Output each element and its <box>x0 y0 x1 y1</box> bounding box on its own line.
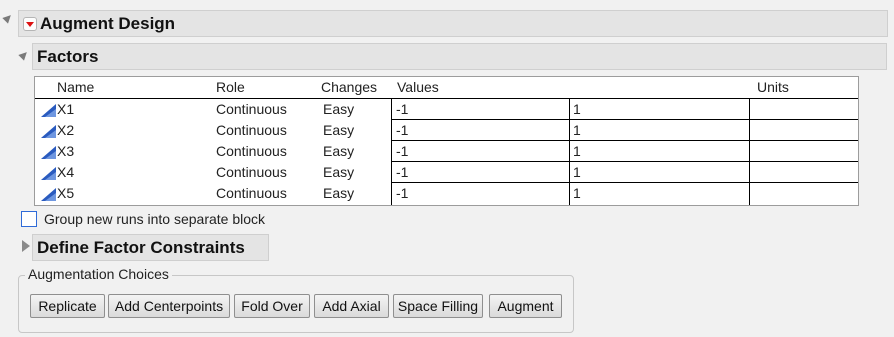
continuous-factor-icon <box>41 188 56 201</box>
augment-design-header: Augment Design <box>18 10 888 37</box>
table-row[interactable]: X1 Continuous Easy -1 1 <box>35 99 858 120</box>
factor-high-value[interactable]: 1 <box>573 101 581 117</box>
factor-low-value[interactable]: -1 <box>396 164 408 180</box>
red-triangle-menu-icon[interactable] <box>23 17 37 31</box>
factor-low-value[interactable]: -1 <box>396 101 408 117</box>
augment-design-disclosure-icon[interactable] <box>2 12 14 24</box>
factor-name[interactable]: X4 <box>57 164 74 180</box>
factor-high-value[interactable]: 1 <box>573 143 581 159</box>
column-header-role: Role <box>216 79 245 95</box>
table-row[interactable]: X3 Continuous Easy -1 1 <box>35 141 858 162</box>
add-axial-button[interactable]: Add Axial <box>314 294 389 318</box>
factor-changes[interactable]: Easy <box>323 164 354 180</box>
factors-title: Factors <box>37 47 99 66</box>
table-row[interactable]: X4 Continuous Easy -1 1 <box>35 162 858 183</box>
fold-over-button[interactable]: Fold Over <box>234 294 310 318</box>
factor-high-value[interactable]: 1 <box>573 164 581 180</box>
augment-button[interactable]: Augment <box>489 294 562 318</box>
factor-name[interactable]: X3 <box>57 143 74 159</box>
column-header-name: Name <box>57 79 95 95</box>
space-filling-button[interactable]: Space Filling <box>393 294 483 318</box>
column-header-values: Values <box>397 79 439 95</box>
factor-role: Continuous <box>216 122 287 138</box>
group-runs-label: Group new runs into separate block <box>44 211 266 227</box>
table-row[interactable]: X5 Continuous Easy -1 1 <box>35 183 858 204</box>
continuous-factor-icon <box>41 104 56 117</box>
augment-design-title: Augment Design <box>40 14 176 33</box>
continuous-factor-icon <box>41 125 56 138</box>
factor-name[interactable]: X5 <box>57 185 74 201</box>
augmentation-choices-label: Augmentation Choices <box>25 266 172 282</box>
factor-role: Continuous <box>216 101 287 117</box>
factor-high-value[interactable]: 1 <box>573 185 581 201</box>
factor-low-value[interactable]: -1 <box>396 143 408 159</box>
column-header-changes: Changes <box>321 79 378 95</box>
factor-low-value[interactable]: -1 <box>396 122 408 138</box>
factor-changes[interactable]: Easy <box>323 122 354 138</box>
factor-role: Continuous <box>216 143 287 159</box>
constraints-header[interactable]: Define Factor Constraints <box>32 234 269 261</box>
replicate-button[interactable]: Replicate <box>30 294 105 318</box>
group-runs-checkbox[interactable] <box>21 211 37 227</box>
column-header-units: Units <box>757 79 789 95</box>
factor-changes[interactable]: Easy <box>323 143 354 159</box>
constraints-disclosure-icon[interactable] <box>22 240 30 252</box>
factor-role: Continuous <box>216 185 287 201</box>
factor-high-value[interactable]: 1 <box>573 122 581 138</box>
factor-changes[interactable]: Easy <box>323 185 354 201</box>
table-row[interactable]: X2 Continuous Easy -1 1 <box>35 120 858 141</box>
factor-name[interactable]: X2 <box>57 122 74 138</box>
continuous-factor-icon <box>41 167 56 180</box>
constraints-title: Define Factor Constraints <box>37 238 245 257</box>
factor-name[interactable]: X1 <box>57 101 74 117</box>
factor-role: Continuous <box>216 164 287 180</box>
factors-table: Name Role Changes Values Units X1 Contin… <box>34 76 859 206</box>
factor-changes[interactable]: Easy <box>323 101 354 117</box>
factor-low-value[interactable]: -1 <box>396 185 408 201</box>
add-centerpoints-button[interactable]: Add Centerpoints <box>108 294 230 318</box>
factors-disclosure-icon[interactable] <box>18 49 30 61</box>
factors-header: Factors <box>32 43 887 70</box>
continuous-factor-icon <box>41 146 56 159</box>
